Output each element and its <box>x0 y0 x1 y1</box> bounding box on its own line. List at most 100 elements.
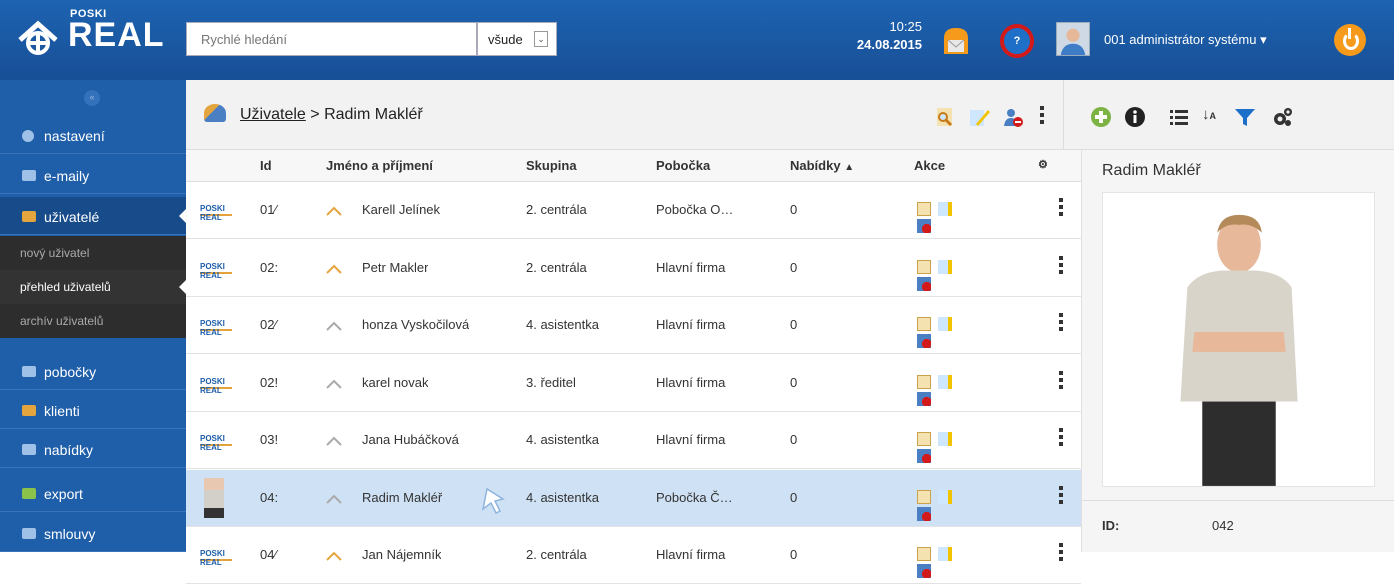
logo[interactable]: POSKI REAL <box>16 6 166 72</box>
delete-user-icon[interactable] <box>917 391 931 406</box>
edit-icon[interactable] <box>938 259 952 274</box>
delete-user-icon[interactable] <box>1002 106 1024 128</box>
cell-group: 4. asistentka <box>526 432 599 447</box>
row-actions <box>917 202 979 233</box>
search-scope-select[interactable]: všude ⌄ <box>477 22 557 56</box>
view-icon[interactable] <box>917 432 931 446</box>
row-actions <box>917 489 979 521</box>
column-offers[interactable]: Nabídky ▲ <box>790 158 854 173</box>
table-row[interactable]: POSKI REAL 02⁄ honza Vyskočilová 4. asisten… <box>186 297 1081 354</box>
breadcrumb-separator: > <box>310 106 320 123</box>
row-actions <box>917 432 979 463</box>
table-row[interactable]: POSKI REAL 04⁄ Jan Nájemník 2. centrála Hlav… <box>186 527 1081 584</box>
edit-icon[interactable] <box>938 317 952 331</box>
view-icon[interactable] <box>917 259 931 274</box>
sidebar-item-uzivatele[interactable]: uživatelé <box>0 197 186 235</box>
more-vertical-icon[interactable] <box>1059 485 1063 508</box>
sidebar-item-pobocky[interactable]: pobočky <box>0 352 186 390</box>
table-row[interactable]: POSKI REAL 02: Petr Makler 2. centrála Hlavn… <box>186 239 1081 297</box>
cell-offers: 0 <box>790 489 798 505</box>
collapse-sidebar-icon[interactable]: « <box>84 90 100 106</box>
view-icon[interactable] <box>917 317 931 331</box>
breadcrumb-parent-link[interactable]: Uživatele <box>240 106 306 123</box>
user-avatar[interactable] <box>1056 22 1090 56</box>
column-group[interactable]: Skupina <box>526 158 577 173</box>
sidebar-item-nabidky[interactable]: nabídky <box>0 430 186 468</box>
house-icon <box>326 321 342 331</box>
edit-icon[interactable] <box>938 202 952 216</box>
table-row[interactable]: 04: Radim Makléř 4. asistentka Pobočka Č… 0 <box>186 469 1081 527</box>
sidebar-item-label: klienti <box>44 403 80 419</box>
subitem-novy-uzivatel[interactable]: nový uživatel <box>0 236 186 270</box>
gears-icon[interactable] <box>1272 106 1294 128</box>
edit-icon[interactable] <box>938 432 952 446</box>
sidebar-item-klienti[interactable]: klienti <box>0 391 186 429</box>
table-header: Id Jméno a příjmení Skupina Pobočka Nabí… <box>186 150 1081 182</box>
column-id[interactable]: Id <box>260 158 272 173</box>
search-input[interactable] <box>187 23 476 55</box>
more-vertical-icon[interactable] <box>1059 428 1063 450</box>
cell-name: honza Vyskočilová <box>362 317 470 332</box>
more-vertical-icon[interactable] <box>1059 370 1063 393</box>
more-vertical-icon[interactable] <box>1059 198 1063 220</box>
more-vertical-icon[interactable] <box>1059 255 1063 278</box>
toolbar: Uživatele > Radim Makléř ↓A <box>186 80 1394 150</box>
toolbar-divider <box>1063 80 1064 150</box>
delete-user-icon[interactable] <box>917 449 931 463</box>
search-detail-icon[interactable] <box>934 106 956 128</box>
cell-id: 04: <box>260 489 279 505</box>
column-name[interactable]: Jméno a příjmení <box>326 158 433 173</box>
more-vertical-icon[interactable] <box>1040 106 1044 128</box>
delete-user-icon[interactable] <box>917 334 931 348</box>
view-icon[interactable] <box>917 489 931 504</box>
subitem-label: archív uživatelů <box>20 314 104 328</box>
edit-icon[interactable] <box>938 374 952 389</box>
info-icon[interactable] <box>1124 106 1146 128</box>
delete-user-icon[interactable] <box>917 564 931 578</box>
delete-user-icon[interactable] <box>917 506 931 521</box>
caret-down-icon: ▾ <box>1260 32 1267 47</box>
cell-id: 04⁄ <box>260 547 277 562</box>
help-icon[interactable]: ? <box>1000 24 1034 58</box>
sidebar-item-smlouvy[interactable]: smlouvy <box>0 514 186 552</box>
sidebar-item-e-maily[interactable]: e-maily <box>0 156 186 194</box>
cell-offers: 0 <box>790 374 798 390</box>
table-row[interactable]: POSKI REAL 01⁄ Karell Jelínek 2. centrála Po… <box>186 182 1081 239</box>
delete-user-icon[interactable] <box>917 219 931 233</box>
sidebar-item-label: smlouvy <box>44 526 96 542</box>
delete-user-icon[interactable] <box>917 276 931 291</box>
sidebar-item-label: e-maily <box>44 168 90 184</box>
sidebar-item-nastaveni[interactable]: nastavení <box>0 116 186 154</box>
view-icon[interactable] <box>917 202 931 216</box>
sidebar-item-label: nastavení <box>44 128 105 144</box>
sort-az-icon[interactable]: ↓A <box>1202 106 1224 128</box>
detail-panel: Radim Makléř ID: 042 <box>1081 150 1394 552</box>
export-icon <box>22 488 36 499</box>
users-icon <box>22 211 36 222</box>
user-menu[interactable]: 001 administrátor systému ▾ <box>1104 32 1267 48</box>
subitem-prehled-uzivatelu[interactable]: přehled uživatelů <box>0 270 186 304</box>
view-icon[interactable] <box>917 374 931 389</box>
filter-icon[interactable] <box>1234 106 1256 128</box>
edit-icon[interactable] <box>968 106 990 128</box>
cell-offers: 0 <box>790 317 798 332</box>
add-icon[interactable] <box>1090 106 1112 128</box>
edit-icon[interactable] <box>938 547 952 561</box>
sidebar-item-export[interactable]: export <box>0 474 186 512</box>
column-branch[interactable]: Pobočka <box>656 158 710 173</box>
edit-icon[interactable] <box>938 489 952 504</box>
table-row[interactable]: POSKI REAL 03! Jana Hubáčková 4. asistentka… <box>186 412 1081 469</box>
power-icon[interactable] <box>1334 24 1366 56</box>
mailbox-icon[interactable] <box>940 24 972 58</box>
cell-offers: 0 <box>790 432 798 447</box>
table-row[interactable]: POSKI REAL 02! karel novak 3. ředitel Hlavní… <box>186 354 1081 412</box>
list-view-icon[interactable] <box>1168 106 1190 128</box>
offers-icon <box>22 444 36 455</box>
house-icon <box>326 206 342 216</box>
view-icon[interactable] <box>917 547 931 561</box>
search-box <box>186 22 477 56</box>
subitem-archiv-uzivatelu[interactable]: archív uživatelů <box>0 304 186 338</box>
column-settings-icon[interactable]: ⚙ <box>1038 158 1048 171</box>
more-vertical-icon[interactable] <box>1059 543 1063 565</box>
more-vertical-icon[interactable] <box>1059 313 1063 335</box>
